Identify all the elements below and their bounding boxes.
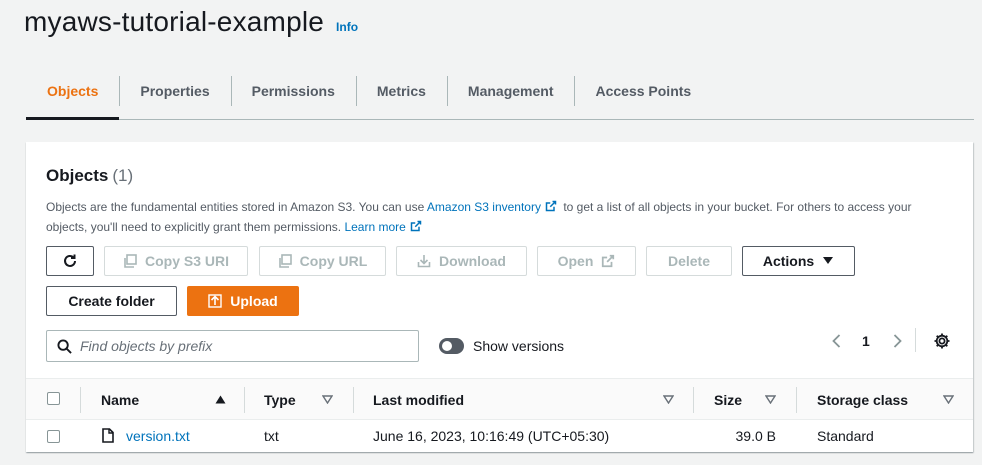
gear-icon[interactable] (933, 332, 951, 350)
sort-icon[interactable] (765, 395, 776, 404)
object-size: 39.0 B (735, 428, 776, 444)
upload-label: Upload (230, 293, 278, 309)
column-divider (693, 387, 694, 413)
object-last-modified: June 16, 2023, 10:16:49 (UTC+05:30) (373, 428, 610, 444)
next-page-icon[interactable] (889, 333, 905, 349)
column-divider (353, 387, 354, 413)
create-folder-button[interactable]: Create folder (46, 286, 177, 316)
column-divider (80, 387, 81, 413)
refresh-icon (64, 254, 76, 267)
external-link-icon (545, 200, 557, 212)
learn-more-link[interactable]: Learn more (344, 220, 405, 234)
tab-objects[interactable]: Objects (26, 74, 120, 120)
sort-ascending-icon[interactable] (215, 395, 226, 404)
search-input[interactable] (80, 338, 400, 354)
copy-url-label: Copy URL (299, 253, 368, 269)
external-link-icon (602, 254, 615, 268)
refresh-button[interactable] (46, 246, 94, 276)
description-text-1: Objects are the fundamental entities sto… (46, 200, 427, 214)
show-versions-label: Show versions (473, 338, 565, 354)
download-label: Download (439, 253, 506, 269)
search-box (46, 330, 419, 362)
column-header-type[interactable]: Type (264, 392, 296, 408)
tab-permissions[interactable]: Permissions (230, 74, 356, 108)
copy-icon (278, 254, 292, 268)
sort-icon[interactable] (322, 395, 333, 404)
column-header-name[interactable]: Name (101, 392, 139, 408)
page-title-row: myaws-tutorial-example Info (24, 6, 358, 38)
objects-count: (1) (112, 166, 134, 185)
actions-dropdown[interactable]: Actions (742, 246, 855, 276)
caret-down-icon (823, 257, 834, 264)
upload-button[interactable]: Upload (187, 286, 299, 316)
objects-description: Objects are the fundamental entities sto… (46, 197, 946, 237)
copy-s3-uri-button[interactable]: Copy S3 URI (104, 246, 248, 276)
tab-access-points[interactable]: Access Points (574, 74, 712, 108)
open-label: Open (557, 253, 594, 269)
file-icon (102, 428, 114, 443)
delete-button[interactable]: Delete (646, 246, 732, 276)
column-header-storage-class[interactable]: Storage class (817, 392, 908, 408)
tab-metrics[interactable]: Metrics (355, 74, 447, 108)
bucket-name-title: myaws-tutorial-example (24, 6, 325, 37)
bucket-tabs: Objects Properties Permissions Metrics M… (26, 74, 974, 120)
column-header-size[interactable]: Size (714, 392, 742, 408)
table-row: version.txt txt June 16, 2023, 10:16:49 … (26, 420, 973, 452)
current-page-number[interactable]: 1 (862, 333, 870, 349)
delete-label: Delete (667, 253, 711, 269)
info-link[interactable]: Info (336, 20, 358, 34)
sort-icon[interactable] (663, 395, 674, 404)
upload-icon (208, 294, 222, 308)
external-link-icon (410, 220, 422, 232)
objects-table-header: Name Type Last modified Size Storage cla… (26, 378, 973, 420)
objects-panel-heading: Objects (1) (46, 166, 133, 186)
download-button[interactable]: Download (396, 246, 527, 276)
column-divider (244, 387, 245, 413)
copy-s3-uri-label: Copy S3 URI (144, 253, 229, 269)
select-all-checkbox[interactable] (47, 392, 60, 405)
row-checkbox[interactable] (47, 430, 60, 443)
objects-panel: Objects (1) Objects are the fundamental e… (26, 142, 973, 452)
download-icon (417, 255, 431, 268)
object-type: txt (264, 428, 279, 444)
object-name-link[interactable]: version.txt (126, 428, 190, 444)
show-versions-toggle[interactable] (439, 338, 464, 354)
previous-page-icon[interactable] (829, 333, 845, 349)
s3-inventory-link[interactable]: Amazon S3 inventory (427, 200, 541, 214)
copy-icon (124, 254, 137, 268)
tab-management[interactable]: Management (446, 74, 575, 108)
copy-url-button[interactable]: Copy URL (259, 246, 386, 276)
object-storage-class: Standard (817, 428, 874, 444)
column-header-last-modified[interactable]: Last modified (373, 392, 464, 408)
objects-panel-title: Objects (46, 166, 109, 185)
create-folder-label: Create folder (68, 293, 155, 309)
search-icon (57, 338, 72, 354)
column-divider (796, 387, 797, 413)
actions-label: Actions (762, 253, 815, 269)
tab-properties[interactable]: Properties (119, 74, 230, 108)
pager-divider (915, 328, 916, 352)
sort-icon[interactable] (943, 395, 954, 404)
open-button[interactable]: Open (537, 246, 636, 276)
